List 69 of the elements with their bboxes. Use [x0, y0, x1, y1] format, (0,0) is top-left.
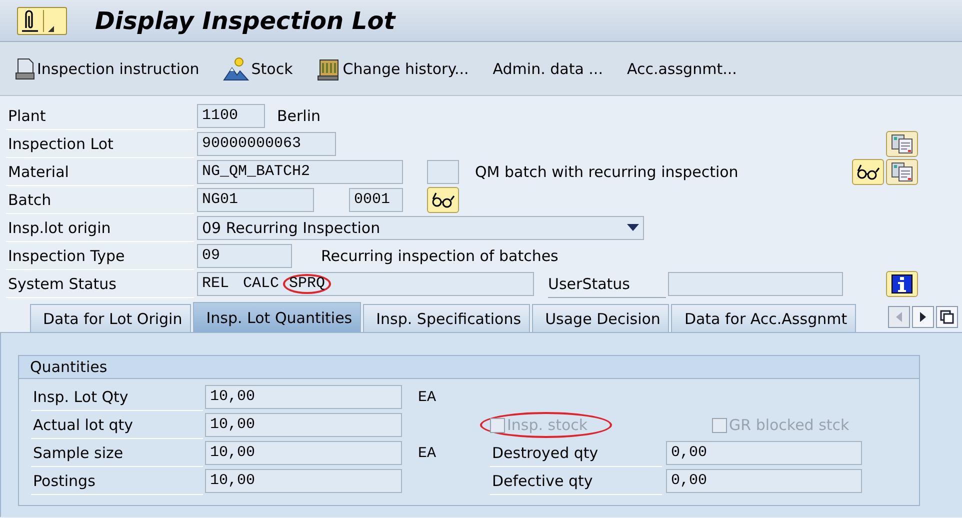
field-label: Destroyed qty: [490, 440, 662, 466]
field-label: Plant: [6, 102, 194, 130]
field-label: Actual lot qty: [31, 412, 203, 438]
tab-list-button[interactable]: [936, 306, 958, 328]
group-title: Quantities: [19, 356, 919, 379]
field-label: Inspection Type: [6, 242, 194, 270]
windows-icon: [940, 310, 954, 324]
toolbar-button[interactable]: Stock: [220, 56, 296, 80]
mountain-sun-icon: [223, 56, 250, 80]
quantity-field[interactable]: 10,00: [205, 385, 402, 409]
paperclip-icon: [21, 10, 39, 32]
field-label: System Status: [6, 270, 194, 298]
quantity-field[interactable]: 10,00: [205, 441, 402, 465]
quantity-field[interactable]: 10,00: [205, 413, 402, 437]
tab[interactable]: Insp. Specifications: [363, 304, 530, 332]
dropdown-arrow-icon: [627, 224, 639, 232]
left-arrow-icon: [895, 312, 903, 322]
field-label: Material: [6, 158, 194, 186]
field-label: Inspection Lot: [6, 130, 194, 158]
field-label: Insp.lot origin: [6, 214, 194, 242]
glasses-icon: [431, 191, 455, 209]
overview-button[interactable]: [886, 131, 918, 157]
material-description: QM batch with recurring inspection: [475, 163, 738, 181]
material-field[interactable]: NG_QM_BATCH2: [197, 160, 403, 184]
user-status-field[interactable]: [668, 272, 843, 296]
field-label: Insp. Lot Qty: [31, 384, 203, 410]
tab[interactable]: Data for Lot Origin: [30, 304, 192, 332]
display-button[interactable]: [427, 187, 459, 213]
inspection-type-description: Recurring inspection of batches: [321, 247, 558, 265]
field-label: UserStatus: [548, 270, 666, 298]
info-button[interactable]: [886, 271, 918, 297]
scroll-icon: [316, 56, 341, 80]
glasses-icon: [856, 163, 880, 181]
document-icon: [15, 58, 35, 80]
unit-label: EA: [418, 388, 438, 406]
plant-name: Berlin: [277, 107, 321, 125]
quantity-field[interactable]: 0,00: [666, 441, 862, 465]
documents-icon: [890, 161, 914, 183]
system-status-field[interactable]: REL CALC SPRQ: [197, 272, 534, 296]
tab[interactable]: Data for Acc.Assgnmt: [671, 304, 856, 332]
origin-dropdown[interactable]: 09 Recurring Inspection: [197, 216, 644, 240]
toolbar-button[interactable]: Change history...: [314, 56, 472, 80]
batch-number-field[interactable]: 0001: [349, 188, 403, 212]
quantity-field[interactable]: 10,00: [205, 469, 402, 493]
inspection-type-field[interactable]: 09: [197, 244, 292, 268]
overview-button[interactable]: [886, 159, 918, 185]
batch-field[interactable]: NG01: [197, 188, 314, 212]
quantity-field[interactable]: 0,00: [666, 469, 862, 493]
plant-field[interactable]: 1100: [197, 104, 265, 128]
toolbar-button[interactable]: Acc.assgnmt...: [624, 60, 740, 78]
info-icon: [891, 274, 913, 294]
tab[interactable]: Usage Decision: [532, 304, 670, 332]
tab[interactable]: Insp. Lot Quantities: [193, 302, 362, 332]
field-label: Defective qty: [490, 468, 662, 494]
display-button[interactable]: [852, 159, 884, 185]
inspection-lot-field[interactable]: 90000000063: [197, 132, 336, 156]
window-title: Display Inspection Lot: [95, 6, 396, 34]
field-label: Postings: [31, 468, 203, 494]
corner-triangle-icon: [48, 26, 54, 32]
toolbar-button[interactable]: Admin. data ...: [490, 60, 606, 78]
documents-icon: [890, 133, 914, 155]
scroll-tabs-button[interactable]: [912, 306, 934, 328]
unit-label: EA: [418, 444, 438, 462]
menu-button[interactable]: [17, 6, 67, 34]
field-label: Batch: [6, 186, 194, 214]
right-arrow-icon: [919, 312, 927, 322]
small-input-field[interactable]: [427, 160, 459, 184]
field-label: Sample size: [31, 440, 203, 466]
toolbar-button[interactable]: Inspection instruction: [12, 58, 202, 80]
